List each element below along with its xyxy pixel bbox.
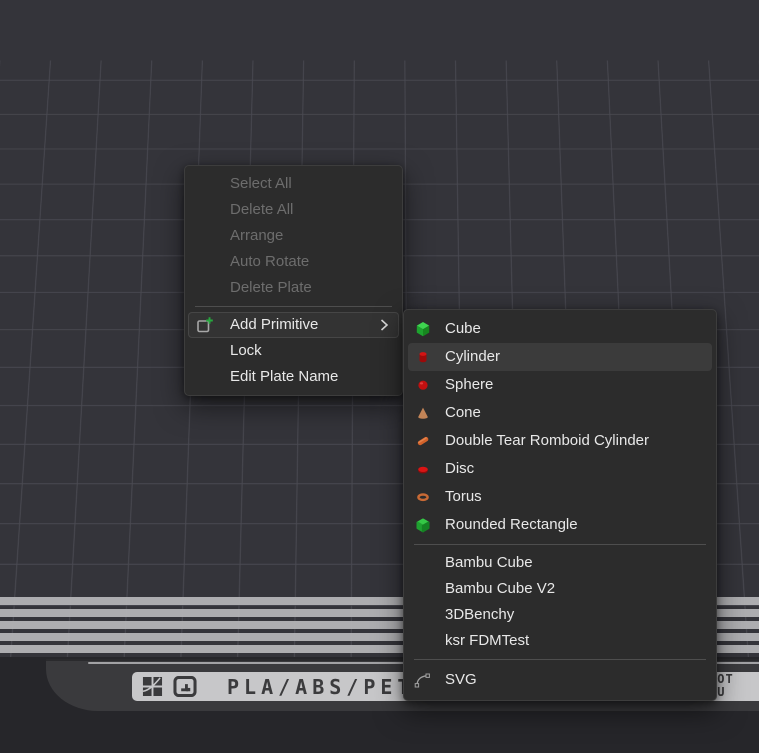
submenu-item-cone[interactable]: Cone xyxy=(404,399,716,427)
torus-icon xyxy=(415,489,431,505)
sphere-icon xyxy=(415,377,431,393)
add-primitive-icon xyxy=(196,316,214,334)
submenu-item-label: Double Tear Romboid Cylinder xyxy=(445,432,649,449)
menu-item-auto-rotate: Auto Rotate xyxy=(185,249,402,275)
add-primitive-submenu: Cube Cylinder Sphere Cone xyxy=(403,309,717,701)
submenu-item-label: Sphere xyxy=(445,376,493,393)
menu-separator xyxy=(195,306,392,307)
submenu-item-cube[interactable]: Cube xyxy=(404,315,716,343)
svg-bezier-icon xyxy=(414,672,432,688)
submenu-item-torus[interactable]: Torus xyxy=(404,483,716,511)
submenu-item-label: Cone xyxy=(445,404,481,421)
submenu-item-label: Cube xyxy=(445,320,481,337)
plate-surface-label: PLA/ABS/PETG xyxy=(227,675,432,699)
submenu-item-bambu-cube[interactable]: Bambu Cube xyxy=(404,550,716,576)
submenu-item-cylinder[interactable]: Cylinder xyxy=(408,343,712,371)
submenu-item-sphere[interactable]: Sphere xyxy=(404,371,716,399)
submenu-item-label: Rounded Rectangle xyxy=(445,516,578,533)
submenu-item-3dbenchy[interactable]: 3DBenchy xyxy=(404,602,716,628)
submenu-item-disc[interactable]: Disc xyxy=(404,455,716,483)
cube-icon xyxy=(415,321,431,337)
submenu-item-label: Cylinder xyxy=(445,348,500,365)
submenu-item-bambu-cube-v2[interactable]: Bambu Cube V2 xyxy=(404,576,716,602)
submenu-item-double-tear-romboid-cylinder[interactable]: Double Tear Romboid Cylinder xyxy=(404,427,716,455)
submenu-item-label: Torus xyxy=(445,488,482,505)
submenu-item-label: Disc xyxy=(445,460,474,477)
menu-item-delete-plate: Delete Plate xyxy=(185,275,402,301)
disc-icon xyxy=(415,461,431,477)
context-menu: Select All Delete All Arrange Auto Rotat… xyxy=(184,165,403,396)
menu-item-lock[interactable]: Lock xyxy=(185,338,402,364)
submenu-item-label: SVG xyxy=(445,671,477,688)
cone-icon xyxy=(415,405,431,421)
viewport-3d: PLA/ABS/PETG HOT SU Select All Delete Al… xyxy=(0,0,759,753)
submenu-separator xyxy=(414,659,706,660)
submenu-item-rounded-rectangle[interactable]: Rounded Rectangle xyxy=(404,511,716,539)
double-tear-romboid-cylinder-icon xyxy=(415,433,431,449)
menu-item-edit-plate-name[interactable]: Edit Plate Name xyxy=(185,364,402,390)
submenu-item-svg[interactable]: SVG xyxy=(404,665,716,695)
menu-item-add-primitive[interactable]: Add Primitive xyxy=(188,312,399,338)
plate-marker-icon xyxy=(172,676,198,697)
menu-item-label: Add Primitive xyxy=(230,316,318,333)
menu-item-delete-all: Delete All xyxy=(185,197,402,223)
cylinder-icon xyxy=(415,349,431,365)
menu-item-select-all: Select All xyxy=(185,171,402,197)
rounded-rectangle-icon xyxy=(415,517,431,533)
menu-item-arrange: Arrange xyxy=(185,223,402,249)
chevron-right-icon xyxy=(380,319,389,331)
submenu-separator xyxy=(414,544,706,545)
bambu-logo-icon xyxy=(142,676,163,697)
submenu-item-ksr-fdmtest[interactable]: ksr FDMTest xyxy=(404,628,716,654)
